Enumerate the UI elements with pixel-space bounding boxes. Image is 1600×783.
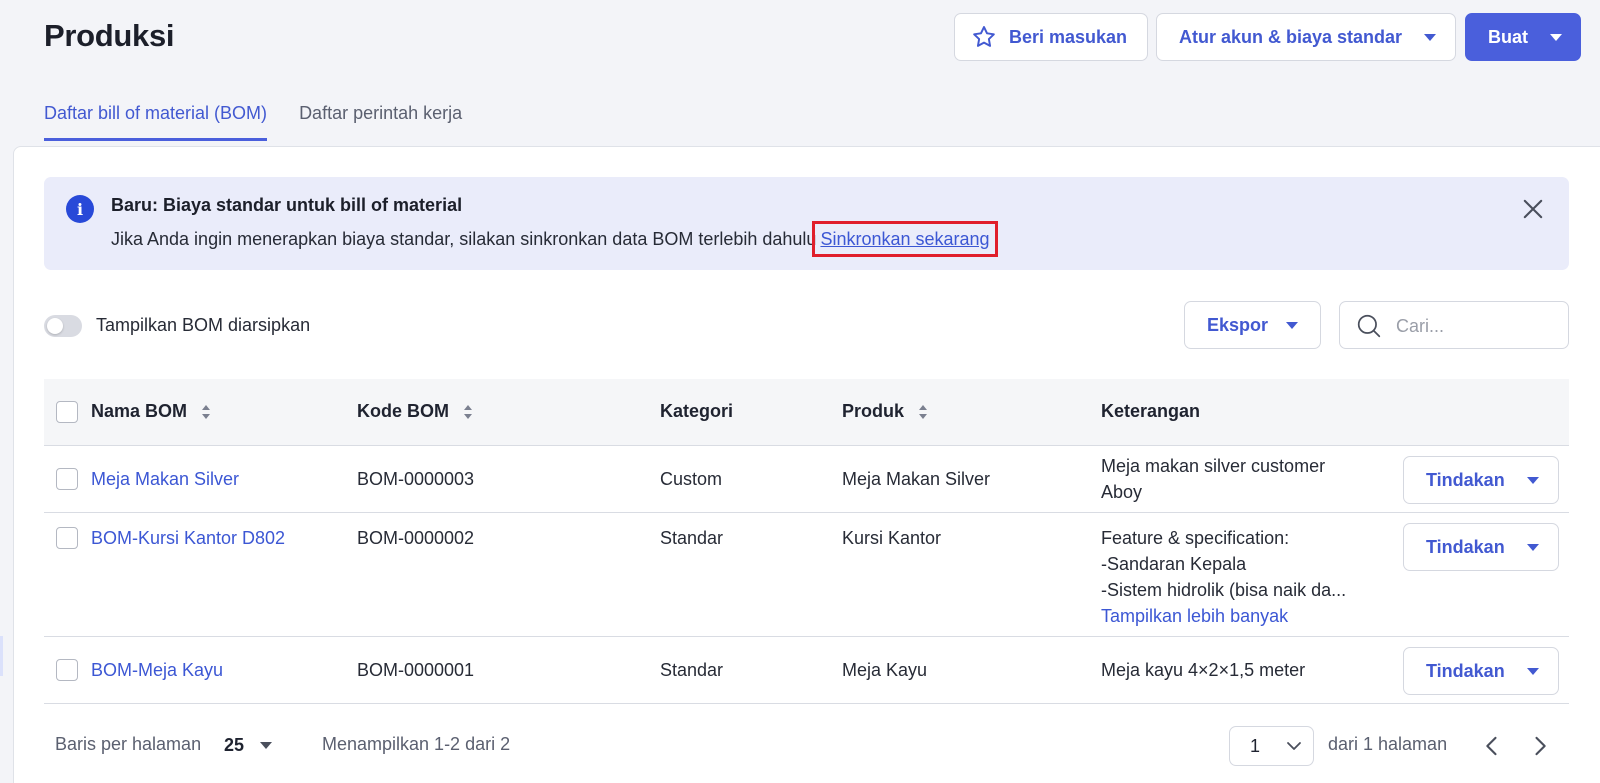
column-header-category-label: Kategori <box>660 401 734 421</box>
select-all-checkbox[interactable] <box>56 401 78 423</box>
table-row: BOM-Kursi Kantor D802 BOM-0000002 Standa… <box>44 513 1569 637</box>
column-header-category: Kategori <box>660 401 733 422</box>
export-button[interactable]: Ekspor <box>1184 301 1321 349</box>
page-number-select[interactable]: 1 <box>1229 726 1314 766</box>
rows-per-page-value: 25 <box>224 734 245 755</box>
info-banner: i Baru: Biaya standar untuk bill of mate… <box>44 177 1569 270</box>
search-box <box>1339 301 1569 349</box>
bom-name-link[interactable]: BOM-Meja Kayu <box>91 657 223 683</box>
column-header-product-label: Produk <box>842 401 905 421</box>
bom-product: Meja Kayu <box>842 660 928 680</box>
bom-notes-line: Meja makan silver customer <box>1101 456 1326 476</box>
banner-title: Baru: Biaya standar untuk bill of materi… <box>111 195 463 215</box>
bom-notes: Meja makan silver customer Aboy <box>1101 453 1325 505</box>
bom-code: BOM-0000001 <box>357 660 475 680</box>
settings-dropdown-button[interactable]: Atur akun & biaya standar <box>1156 13 1456 61</box>
rows-per-page-select[interactable]: 25 <box>224 730 273 760</box>
caret-down-icon <box>1526 476 1539 484</box>
star-icon <box>973 26 995 47</box>
tab-bom-list[interactable]: Daftar bill of material (BOM) <box>44 103 268 141</box>
close-icon[interactable] <box>1519 195 1547 223</box>
page-number-value: 1 <box>1250 735 1261 756</box>
bom-notes-line: Meja kayu 4×2×1,5 meter <box>1101 660 1306 680</box>
sort-icon <box>202 404 211 419</box>
column-header-code-label: Kode BOM <box>357 401 449 421</box>
column-header-notes-label: Keterangan <box>1101 401 1201 421</box>
chevron-down-icon <box>1287 742 1301 750</box>
row-action-button[interactable]: Tindakan <box>1403 647 1559 695</box>
bom-name-link[interactable]: BOM-Kursi Kantor D802 <box>91 525 285 551</box>
caret-down-icon <box>1526 667 1539 675</box>
bom-code: BOM-0000002 <box>357 528 475 548</box>
create-button-label: Buat <box>1488 26 1528 47</box>
info-icon: i <box>66 195 94 223</box>
pagination-bar: Baris per halaman 25 Menampilkan 1-2 dar… <box>44 706 1569 783</box>
bom-notes-line: -Sandaran Kepala <box>1101 554 1247 574</box>
export-button-label: Ekspor <box>1207 314 1269 335</box>
row-action-button[interactable]: Tindakan <box>1403 523 1559 571</box>
sync-now-link[interactable]: Sinkronkan sekarang <box>812 221 998 257</box>
bom-category: Standar <box>660 528 724 548</box>
column-header-code[interactable]: Kode BOM <box>357 401 473 422</box>
feedback-button[interactable]: Beri masukan <box>954 13 1148 61</box>
create-button[interactable]: Buat <box>1465 13 1581 61</box>
row-checkbox[interactable] <box>56 527 78 549</box>
showing-count: Menampilkan 1-2 dari 2 <box>322 734 511 754</box>
page-total: dari 1 halaman <box>1328 734 1448 754</box>
column-header-notes: Keterangan <box>1101 401 1200 422</box>
row-action-label: Tindakan <box>1426 660 1505 681</box>
column-header-product[interactable]: Produk <box>842 401 928 422</box>
search-input[interactable] <box>1396 314 1556 338</box>
search-icon <box>1357 314 1381 338</box>
caret-down-icon <box>1526 543 1539 551</box>
archived-toggle-label: Tampilkan BOM diarsipkan <box>96 315 311 335</box>
bom-category: Standar <box>660 660 724 680</box>
bom-notes: Meja kayu 4×2×1,5 meter <box>1101 657 1305 683</box>
sort-icon <box>919 404 928 419</box>
chevron-right-icon[interactable] <box>1526 732 1554 760</box>
settings-button-label: Atur akun & biaya standar <box>1179 26 1403 47</box>
table-row: BOM-Meja Kayu BOM-0000001 Standar Meja K… <box>44 637 1569 704</box>
rows-per-page-label: Baris per halaman <box>55 734 202 754</box>
sort-icon <box>464 404 472 419</box>
chevron-left-icon[interactable] <box>1478 732 1506 760</box>
caret-down-icon <box>1286 321 1299 329</box>
bom-notes-line: Aboy <box>1101 482 1143 502</box>
row-action-label: Tindakan <box>1426 469 1505 490</box>
caret-down-icon <box>260 741 273 749</box>
feedback-button-label: Beri masukan <box>1009 26 1128 47</box>
caret-down-icon <box>1424 33 1437 41</box>
archived-toggle[interactable] <box>44 315 82 337</box>
table-row: Meja Makan Silver BOM-0000003 Custom Mej… <box>44 446 1569 513</box>
bom-category: Custom <box>660 469 723 489</box>
bom-product: Meja Makan Silver <box>842 469 991 489</box>
row-checkbox[interactable] <box>56 659 78 681</box>
caret-down-icon <box>1550 33 1562 41</box>
banner-text: Jika Anda ingin menerapkan biaya standar… <box>111 221 998 257</box>
row-checkbox[interactable] <box>56 468 78 490</box>
page-title: Produksi <box>44 18 175 53</box>
bom-notes-line: -Sistem hidrolik (bisa naik da... <box>1101 580 1347 600</box>
table-header: Nama BOM Kode BOM Kategori Produk Ketera… <box>44 379 1569 446</box>
row-action-label: Tindakan <box>1426 536 1505 557</box>
tab-bar: Daftar bill of material (BOM) Daftar per… <box>44 103 462 141</box>
show-more-link[interactable]: Tampilkan lebih banyak <box>1101 603 1346 629</box>
column-header-name-label: Nama BOM <box>91 401 188 421</box>
bom-product: Kursi Kantor <box>842 528 942 548</box>
bom-code: BOM-0000003 <box>357 469 475 489</box>
bom-notes: Feature & specification: -Sandaran Kepal… <box>1101 525 1346 629</box>
row-action-button[interactable]: Tindakan <box>1403 456 1559 504</box>
column-header-name[interactable]: Nama BOM <box>91 401 211 422</box>
bom-name-link[interactable]: Meja Makan Silver <box>91 466 239 492</box>
bom-notes-line: Feature & specification: <box>1101 528 1290 548</box>
banner-message: Jika Anda ingin menerapkan biaya standar… <box>111 229 817 249</box>
bom-table: Nama BOM Kode BOM Kategori Produk Ketera… <box>44 379 1569 704</box>
tab-work-orders[interactable]: Daftar perintah kerja <box>299 103 462 141</box>
side-indicator <box>0 636 3 676</box>
